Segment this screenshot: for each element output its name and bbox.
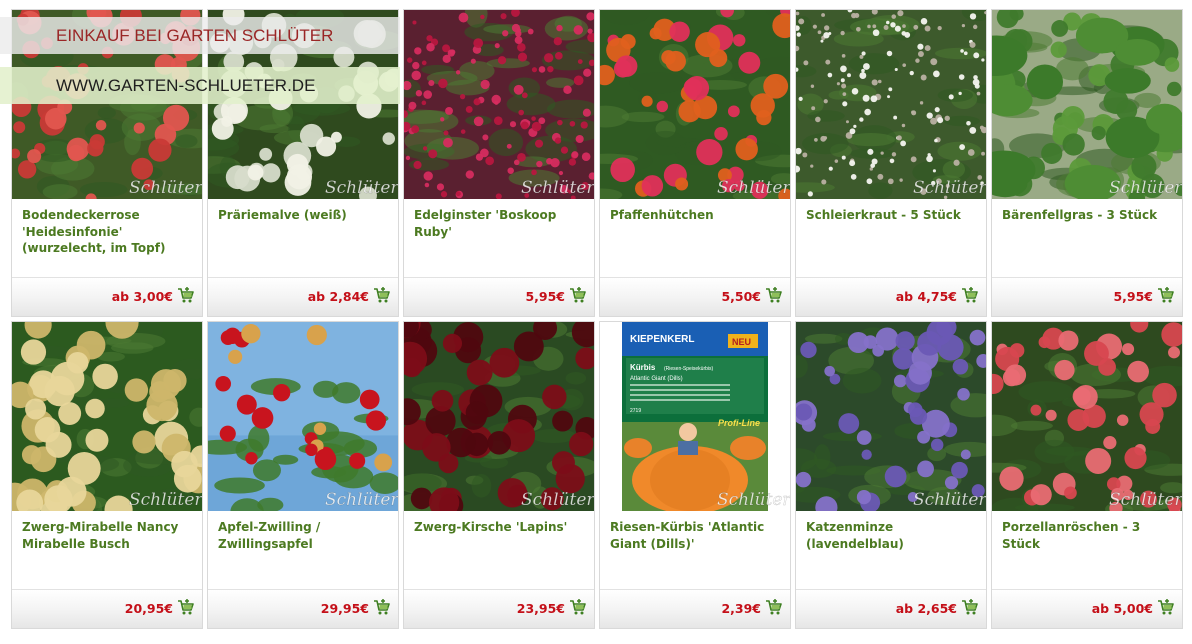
shopping-cart-icon[interactable] [961, 287, 978, 304]
shopping-cart-icon[interactable] [177, 287, 194, 304]
product-name-link[interactable]: Zwerg-Mirabelle Nancy Mirabelle Busch [22, 519, 194, 552]
watermark-logo: Schlüter [521, 490, 594, 510]
watermark-logo: Schlüter [325, 178, 398, 198]
price-bar: ab 2,65€ [796, 589, 986, 628]
watermark-logo: Schlüter [129, 490, 202, 510]
price-bar: ab 4,75€ [796, 277, 986, 316]
product-image[interactable]: Schlüter [12, 322, 202, 511]
product-image[interactable]: Schlüter [208, 322, 398, 511]
product-card[interactable]: Schlüter Pfaffenhütchen 5,50€ [599, 9, 791, 317]
product-price: ab 2,65€ [895, 601, 957, 616]
price-bar: ab 3,00€ [12, 277, 202, 316]
shopping-cart-icon[interactable] [373, 287, 390, 304]
product-image[interactable]: Schlüter [600, 10, 790, 199]
product-card[interactable]: Schlüter Zwerg-Mirabelle Nancy Mirabelle … [11, 321, 203, 629]
product-price: 23,95€ [516, 601, 565, 616]
product-card[interactable]: KIEPENKERL NEU Kürbis (Riesen-Speisekürbis)… [599, 321, 791, 629]
packet-new-badge: NEU [732, 337, 751, 347]
watermark-logo: Schlüter [717, 490, 790, 510]
watermark-logo: Schlüter [521, 178, 594, 198]
packet-variety: Atlantic Giant (Dills) [630, 376, 683, 382]
product-card[interactable]: Schlüter Schleierkraut - 5 Stück ab 4,75€ [795, 9, 987, 317]
product-image[interactable]: Schlüter [992, 322, 1182, 511]
product-name-link[interactable]: Apfel-Zwilling / Zwillingsapfel [218, 519, 390, 552]
product-image[interactable]: KIEPENKERL NEU Kürbis (Riesen-Speisekürbis)… [600, 322, 790, 511]
product-name-link[interactable]: Bärenfellgras - 3 Stück [1002, 207, 1174, 224]
shopping-cart-icon[interactable] [961, 599, 978, 616]
price-bar: ab 2,84€ [208, 277, 398, 316]
product-price: 2,39€ [721, 601, 761, 616]
watermark-logo: Schlüter [1109, 178, 1182, 198]
shopping-cart-icon[interactable] [569, 287, 586, 304]
product-card[interactable]: Schlüter Katzenminze (lavendelblau) ab 2,6… [795, 321, 987, 629]
product-card[interactable]: Schlüter Präriemalve (weiß) ab 2,84€ [207, 9, 399, 317]
product-name-link[interactable]: Riesen-Kürbis 'Atlantic Giant (Dills)' [610, 519, 782, 552]
shopping-cart-icon[interactable] [765, 287, 782, 304]
packet-number: 2719 [630, 408, 641, 414]
shopping-cart-icon[interactable] [373, 599, 390, 616]
product-card[interactable]: Schlüter Bodendeckerrose 'Heidesinfonie' … [11, 9, 203, 317]
banner-url-link[interactable]: WWW.GARTEN-SCHLUETER.DE [56, 76, 315, 96]
shopping-cart-icon[interactable] [177, 599, 194, 616]
product-card[interactable]: Schlüter Porzellanröschen - 3 Stück ab 5,0… [991, 321, 1183, 629]
product-price: ab 5,00€ [1091, 601, 1153, 616]
watermark-logo: Schlüter [325, 490, 398, 510]
product-name-link[interactable]: Porzellanröschen - 3 Stück [1002, 519, 1174, 552]
watermark-logo: Schlüter [913, 490, 986, 510]
product-card[interactable]: Schlüter Bärenfellgras - 3 Stück 5,95€ [991, 9, 1183, 317]
product-name-link[interactable]: Schleierkraut - 5 Stück [806, 207, 978, 224]
product-name-link[interactable]: Pfaffenhütchen [610, 207, 782, 224]
product-image[interactable]: Schlüter [404, 322, 594, 511]
product-price: ab 3,00€ [111, 289, 173, 304]
packet-brand: KIEPENKERL [630, 334, 694, 345]
packet-subtitle: (Riesen-Speisekürbis) [664, 366, 714, 372]
shop-url-banner[interactable]: WWW.GARTEN-SCHLUETER.DE [0, 67, 400, 104]
product-price: 5,95€ [525, 289, 565, 304]
product-name-link[interactable]: Edelginster 'Boskoop Ruby' [414, 207, 586, 240]
price-bar: 5,95€ [404, 277, 594, 316]
packet-title: Kürbis [630, 363, 656, 372]
price-bar: ab 5,00€ [992, 589, 1182, 628]
product-price: ab 2,84€ [307, 289, 369, 304]
shopping-cart-icon[interactable] [1157, 599, 1174, 616]
product-card[interactable]: Schlüter Apfel-Zwilling / Zwillingsapfel 2… [207, 321, 399, 629]
product-price: ab 4,75€ [895, 289, 957, 304]
product-image[interactable]: Schlüter [992, 10, 1182, 199]
product-card[interactable]: Schlüter Zwerg-Kirsche 'Lapins' 23,95€ [403, 321, 595, 629]
product-price: 5,95€ [1113, 289, 1153, 304]
product-name-link[interactable]: Präriemalve (weiß) [218, 207, 390, 224]
watermark-logo: Schlüter [913, 178, 986, 198]
product-price: 29,95€ [320, 601, 369, 616]
watermark-logo: Schlüter [717, 178, 790, 198]
shopping-cart-icon[interactable] [1157, 287, 1174, 304]
product-grid-page: Schlüter Bodendeckerrose 'Heidesinfonie' … [0, 0, 1192, 644]
product-price: 20,95€ [124, 601, 173, 616]
product-name-link[interactable]: Katzenminze (lavendelblau) [806, 519, 978, 552]
product-image[interactable]: Schlüter [404, 10, 594, 199]
packet-line: Profi-Line [718, 418, 760, 428]
watermark-logo: Schlüter [1109, 490, 1182, 510]
product-card[interactable]: Schlüter Edelginster 'Boskoop Ruby' 5,95€ [403, 9, 595, 317]
product-image[interactable]: Schlüter [796, 10, 986, 199]
shopping-cart-icon[interactable] [765, 599, 782, 616]
shop-banner: EINKAUF BEI GARTEN SCHLÜTER [0, 17, 400, 54]
product-name-link[interactable]: Zwerg-Kirsche 'Lapins' [414, 519, 586, 536]
price-bar: 20,95€ [12, 589, 202, 628]
product-name-link[interactable]: Bodendeckerrose 'Heidesinfonie' (wurzele… [22, 207, 194, 257]
price-bar: 5,95€ [992, 277, 1182, 316]
banner-title: EINKAUF BEI GARTEN SCHLÜTER [56, 26, 334, 45]
price-bar: 5,50€ [600, 277, 790, 316]
shopping-cart-icon[interactable] [569, 599, 586, 616]
watermark-logo: Schlüter [129, 178, 202, 198]
price-bar: 23,95€ [404, 589, 594, 628]
product-image[interactable]: Schlüter [796, 322, 986, 511]
price-bar: 29,95€ [208, 589, 398, 628]
product-price: 5,50€ [721, 289, 761, 304]
price-bar: 2,39€ [600, 589, 790, 628]
